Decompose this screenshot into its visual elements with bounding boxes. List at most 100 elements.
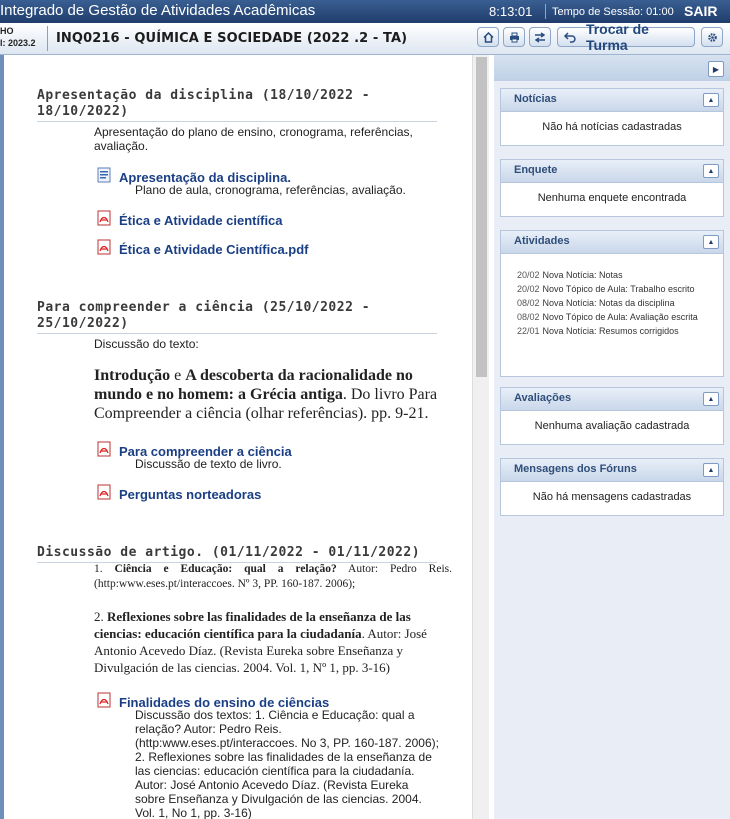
back-arrow-icon	[564, 31, 576, 43]
vertical-scrollbar[interactable]	[472, 55, 489, 819]
collapse-button[interactable]: ▲	[703, 93, 719, 107]
context-line-2: l: 2023.2	[0, 38, 36, 48]
print-button[interactable]	[503, 27, 525, 47]
resource-description: Discussão dos textos: 1. Ciência e Educa…	[135, 708, 439, 819]
portlet-title: Mensagens dos Fóruns	[514, 463, 637, 475]
context-info: HO l: 2023.2	[0, 25, 36, 49]
topic-title: Discussão de artigo. (01/11/2022 - 01/11…	[37, 545, 437, 563]
gear-icon	[707, 32, 717, 42]
activity-list: 20/02 Nova Notícia: Notas 20/02 Novo Tópic…	[517, 270, 707, 337]
chevron-up-icon: ▲	[707, 238, 715, 246]
article-title: Ciência e Educação: qual a relação?	[114, 563, 337, 575]
activity-item[interactable]: 22/01 Nova Notícia: Resumos corrigidos	[517, 326, 707, 337]
context-line-1: HO	[0, 26, 14, 36]
session-timer: Tempo de Sessão: 01:00	[552, 6, 674, 18]
topic-description: Discussão do texto:	[94, 337, 199, 351]
course-bar: HO l: 2023.2 INQ0216 - QUÍMICA E SOCIEDA…	[0, 21, 730, 55]
activity-date: 20/02	[517, 284, 540, 294]
expand-sidebar-button[interactable]: ▶	[708, 61, 724, 77]
pdf-icon	[97, 692, 111, 708]
document-icon	[97, 167, 111, 183]
system-title: Integrado de Gestão de Atividades Acadêm…	[0, 2, 316, 19]
activity-text: Novo Tópico de Aula: Trabalho escrito	[542, 284, 695, 294]
activity-item[interactable]: 08/02 Novo Tópico de Aula: Avaliação escr…	[517, 312, 707, 323]
resource-link[interactable]: Ética e Atividade Científica.pdf	[119, 242, 309, 257]
resource-description: Plano de aula, cronograma, referências, …	[135, 183, 406, 197]
empty-message: Nenhuma enquete encontrada	[537, 192, 687, 204]
article-reference-2: 2. Reflexiones sobre las finalidades de …	[94, 608, 454, 676]
pdf-icon	[97, 210, 111, 226]
course-title: INQ0216 - QUÍMICA E SOCIEDADE (2022 .2 -…	[56, 31, 408, 46]
portlet-header: Notícias ▲	[501, 89, 723, 112]
logout-link[interactable]: SAIR	[684, 3, 717, 19]
left-border	[0, 55, 4, 819]
divider	[47, 26, 48, 51]
activity-date: 20/02	[517, 270, 540, 280]
portlet-title: Atividades	[514, 235, 570, 247]
activity-text: Nova Notícia: Notas	[542, 270, 623, 280]
sidebar-header: ▶	[494, 55, 730, 81]
activities-portlet: Atividades ▲ 20/02 Nova Notícia: Notas 20…	[500, 230, 724, 377]
home-icon	[482, 31, 494, 43]
poll-portlet: Enquete ▲ Nenhuma enquete encontrada	[500, 159, 724, 217]
portlet-header: Mensagens dos Fóruns ▲	[501, 459, 723, 482]
activity-text: Novo Tópico de Aula: Avaliação escrita	[542, 312, 698, 322]
pdf-icon	[97, 441, 111, 457]
collapse-button[interactable]: ▲	[703, 392, 719, 406]
resource-description: Discussão de texto de livro.	[135, 457, 282, 471]
activity-text: Nova Notícia: Resumos corrigidos	[542, 326, 679, 336]
activity-item[interactable]: 20/02 Novo Tópico de Aula: Trabalho escri…	[517, 284, 707, 295]
portlet-header: Atividades ▲	[501, 231, 723, 254]
forum-portlet: Mensagens dos Fóruns ▲ Não há mensagens …	[500, 458, 724, 516]
collapse-button[interactable]: ▲	[703, 463, 719, 477]
resource-link[interactable]: Ética e Atividade científica	[119, 213, 283, 228]
scrollbar-thumb[interactable]	[476, 57, 487, 377]
change-class-button[interactable]: Trocar de Turma	[557, 21, 695, 53]
swap-arrows-icon	[534, 31, 546, 43]
topics-panel: Apresentação da disciplina (18/10/2022 -…	[0, 55, 489, 819]
divider	[545, 4, 546, 19]
reading-reference: Introdução e A descoberta da racionalida…	[94, 366, 454, 423]
chevron-up-icon: ▲	[707, 96, 715, 104]
activity-item[interactable]: 20/02 Nova Notícia: Notas	[517, 270, 707, 281]
chevron-up-icon: ▲	[707, 466, 715, 474]
resource-link[interactable]: Perguntas norteadoras	[119, 487, 261, 502]
printer-icon	[509, 32, 519, 42]
pdf-icon	[97, 484, 111, 500]
swap-button[interactable]	[529, 27, 551, 47]
chevron-up-icon: ▲	[707, 395, 715, 403]
change-class-label: Trocar de Turma	[585, 21, 649, 53]
portlet-header: Enquete ▲	[501, 160, 723, 183]
empty-message: Não há notícias cadastradas	[542, 121, 682, 133]
topic-description: Apresentação do plano de ensino, cronogr…	[94, 125, 413, 153]
reading-connector: e	[170, 367, 186, 384]
sidebar: ▶ Notícias ▲ Não há notícias cadastradas…	[494, 55, 730, 819]
activity-date: 22/01	[517, 326, 540, 336]
topic-title: Apresentação da disciplina (18/10/2022 -…	[37, 88, 437, 122]
portlet-title: Avaliações	[514, 392, 572, 404]
activity-item[interactable]: 08/02 Nova Notícia: Notas da disciplina	[517, 298, 707, 309]
activity-date: 08/02	[517, 312, 540, 322]
portlet-title: Enquete	[514, 164, 558, 176]
news-portlet: Notícias ▲ Não há notícias cadastradas	[500, 88, 724, 146]
top-bar: Integrado de Gestão de Atividades Acadêm…	[0, 0, 730, 23]
empty-message: Nenhuma avaliação cadastrada	[534, 420, 690, 432]
chevron-right-icon: ▶	[712, 64, 720, 74]
settings-button[interactable]	[701, 27, 723, 47]
portlet-title: Notícias	[514, 93, 557, 105]
reading-title-1: Introdução	[94, 367, 171, 384]
home-button[interactable]	[477, 27, 499, 47]
collapse-button[interactable]: ▲	[703, 235, 719, 249]
portlet-header: Avaliações ▲	[501, 388, 723, 411]
activity-date: 08/02	[517, 298, 540, 308]
list-number: 1.	[94, 563, 115, 575]
activity-text: Nova Notícia: Notas da disciplina	[542, 298, 675, 308]
assessments-portlet: Avaliações ▲ Nenhuma avaliação cadastrad…	[500, 387, 724, 445]
article-reference-1: 1. Ciência e Educação: qual a relação? A…	[94, 562, 452, 592]
collapse-button[interactable]: ▲	[703, 164, 719, 178]
chevron-up-icon: ▲	[707, 167, 715, 175]
topic-title: Para compreender a ciência (25/10/2022 -…	[37, 300, 437, 334]
list-number: 2.	[94, 609, 107, 624]
clock: 8:13:01	[489, 4, 533, 19]
empty-message: Não há mensagens cadastradas	[532, 491, 692, 503]
